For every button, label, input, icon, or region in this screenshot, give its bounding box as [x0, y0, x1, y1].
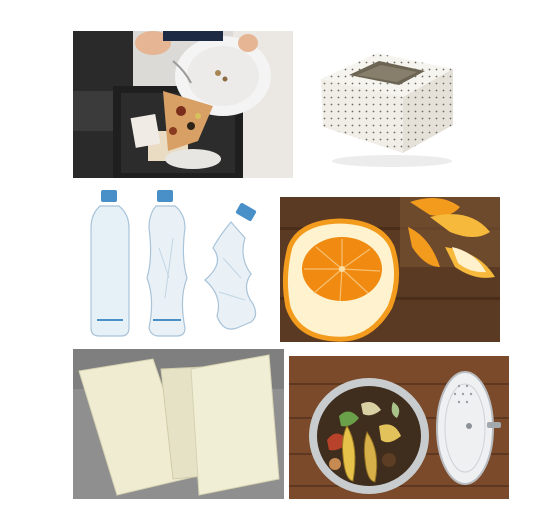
food-scraps-photo	[73, 31, 293, 178]
paper-sheets-photo	[73, 349, 284, 499]
compost-bin-photo	[289, 356, 509, 499]
peeled-orange-photo	[280, 197, 500, 342]
cake-box-photo	[307, 31, 457, 178]
plastic-bottles-photo	[73, 188, 270, 338]
